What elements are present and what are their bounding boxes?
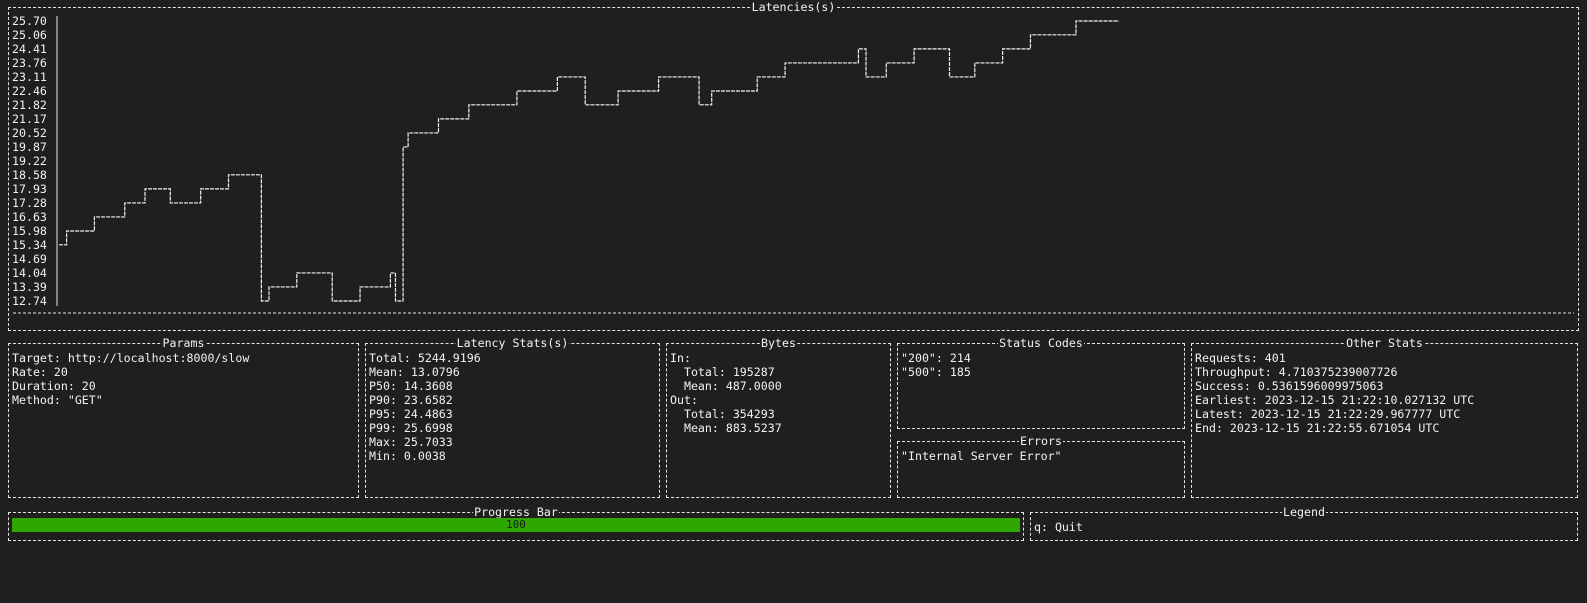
progress-panel: Progress Bar 100 (8, 505, 1024, 541)
legend-quit-key: q: Quit (1034, 520, 1083, 534)
latency-stat-p95: P95: 24.4863 (369, 407, 453, 421)
bytes-out-mean: Mean: 883.5237 (670, 421, 782, 435)
bytes-in-total: Total: 195287 (670, 365, 775, 379)
progress-bar-fill: 100 (12, 518, 1020, 532)
y-tick-label: 15.98 (12, 224, 47, 238)
latencies-panel: Latencies(s) 25.70 25.06 24.41 23.76 23.11 22… (8, 0, 1579, 331)
y-tick-label: 24.41 (12, 42, 47, 56)
params-target: Target: http://localhost:8000/slow (12, 351, 250, 365)
bytes-in-mean: Mean: 487.0000 (670, 379, 782, 393)
params-method: Method: "GET" (12, 393, 103, 407)
errors-panel: Errors "Internal Server Error" (897, 434, 1185, 498)
status-codes-title: Status Codes (998, 336, 1084, 350)
latency-stat-max: Max: 25.7033 (369, 435, 453, 449)
latency-stats-title: Latency Stats(s) (455, 336, 570, 350)
status-code-200: "200": 214 (901, 351, 971, 365)
y-tick-label: 14.69 (12, 252, 47, 266)
latency-stat-mean: Mean: 13.0796 (369, 365, 460, 379)
y-tick-label: 13.39 (12, 280, 47, 294)
status-code-500: "500": 185 (901, 365, 971, 379)
y-tick-label: 25.06 (12, 28, 47, 42)
y-tick-label: 21.82 (12, 98, 47, 112)
bytes-in-label: In: (670, 351, 691, 365)
other-stat-requests: Requests: 401 (1195, 351, 1286, 365)
y-tick-label: 22.46 (12, 84, 47, 98)
legend-panel: Legend q: Quit (1030, 505, 1578, 541)
bytes-title: Bytes (760, 336, 797, 350)
latency-stat-total: Total: 5244.9196 (369, 351, 481, 365)
y-tick-label: 20.52 (12, 126, 47, 140)
y-tick-label: 19.87 (12, 140, 47, 154)
legend-title: Legend (1282, 505, 1326, 519)
bytes-panel: Bytes In: Total: 195287 Mean: 487.0000 O… (666, 336, 891, 498)
y-tick-label: 23.11 (12, 70, 47, 84)
latency-stat-p90: P90: 23.6582 (369, 393, 453, 407)
y-tick-label: 17.28 (12, 196, 47, 210)
other-stat-throughput: Throughput: 4.710375239007726 (1195, 365, 1398, 379)
params-title: Params (161, 336, 206, 350)
y-tick-label: 12.74 (12, 294, 47, 308)
latency-stat-p99: P99: 25.6998 (369, 421, 453, 435)
y-tick-label: 14.04 (12, 266, 47, 280)
y-tick-label: 19.22 (12, 154, 47, 168)
status-codes-panel: Status Codes "200": 214 "500": 185 (897, 336, 1185, 429)
params-duration: Duration: 20 (12, 379, 96, 393)
y-tick-label: 18.58 (12, 168, 47, 182)
latency-stats-panel: Latency Stats(s) Total: 5244.9196 Mean: … (365, 336, 660, 498)
bytes-out-label: Out: (670, 393, 698, 407)
error-internal-server: "Internal Server Error" (901, 449, 1062, 463)
other-stat-latest: Latest: 2023-12-15 21:22:29.967777 UTC (1195, 407, 1461, 421)
y-tick-label: 15.34 (12, 238, 47, 252)
latency-stat-min: Min: 0.0038 (369, 449, 446, 463)
other-stats-title: Other Stats (1345, 336, 1424, 350)
latency-series-line (59, 20, 1119, 302)
params-panel: Params Target: http://localhost:8000/slo… (8, 336, 359, 498)
latency-chart: 25.7025.0624.4123.7623.1122.4621.8221.17… (12, 14, 1574, 314)
params-rate: Rate: 20 (12, 365, 68, 379)
other-stat-success: Success: 0.5361596009975063 (1195, 379, 1384, 393)
progress-title: Progress Bar (473, 505, 559, 519)
latency-stat-p50: P50: 14.3608 (369, 379, 453, 393)
other-stat-end: End: 2023-12-15 21:22:55.671054 UTC (1195, 421, 1440, 435)
errors-title: Errors (1019, 434, 1063, 448)
y-tick-label: 21.17 (12, 112, 47, 126)
progress-value-label: 100 (506, 518, 526, 531)
other-stat-earliest: Earliest: 2023-12-15 21:22:10.027132 UTC (1195, 393, 1475, 407)
bytes-out-total: Total: 354293 (670, 407, 775, 421)
y-tick-label: 23.76 (12, 56, 47, 70)
y-tick-label: 17.93 (12, 182, 47, 196)
other-stats-panel: Other Stats Requests: 401 Throughput: 4.… (1191, 336, 1578, 498)
y-tick-label: 25.70 (12, 14, 47, 28)
y-tick-label: 16.63 (12, 210, 47, 224)
